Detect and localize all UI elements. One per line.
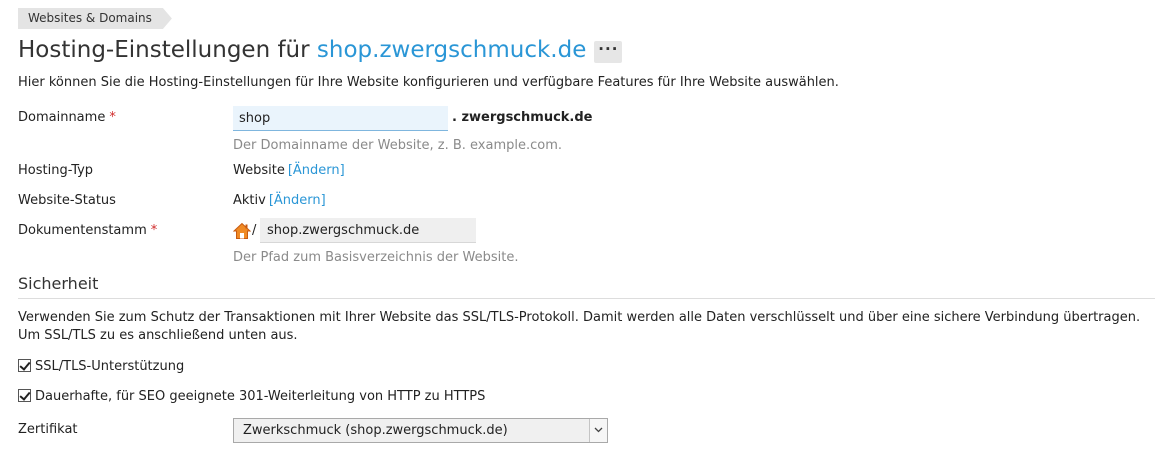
domain-name-hint: Der Domainname der Website, z. B. exampl… <box>233 138 562 153</box>
security-description: Verwenden Sie zum Schutz der Transaktion… <box>18 310 1141 343</box>
page-title: Hosting-Einstellungen für shop.zwergschm… <box>18 34 623 66</box>
https-redirect-row[interactable]: Dauerhafte, für SEO geeignete 301-Weiter… <box>18 389 485 404</box>
required-marker: * <box>109 110 116 125</box>
domain-suffix: . zwergschmuck.de <box>452 110 593 125</box>
document-root-input[interactable] <box>260 218 476 243</box>
website-status-label: Website-Status <box>18 193 116 208</box>
path-separator: / <box>252 223 257 238</box>
website-status-value-row: Aktiv [Ändern] <box>233 193 326 208</box>
website-status-value: Aktiv <box>233 193 266 208</box>
document-root-label: Dokumentenstamm * <box>18 223 158 238</box>
domain-name-input[interactable] <box>233 106 448 131</box>
certificate-label: Zertifikat <box>18 422 78 437</box>
hosting-type-label: Hosting-Typ <box>18 163 94 178</box>
ssl-support-checkbox[interactable] <box>18 359 31 372</box>
page-title-prefix: Hosting-Einstellungen für <box>18 37 310 63</box>
select-arrow[interactable] <box>589 419 607 442</box>
document-root-hint: Der Pfad zum Basisverzeichnis der Websit… <box>233 250 519 265</box>
hosting-type-change-link[interactable]: [Ändern] <box>288 163 345 178</box>
hosting-type-value-row: Website [Ändern] <box>233 163 345 178</box>
page-title-domain: shop.zwergschmuck.de <box>316 37 587 63</box>
more-actions-button[interactable]: ··· <box>594 41 623 63</box>
ssl-support-row[interactable]: SSL/TLS-Unterstützung <box>18 359 184 374</box>
chevron-down-icon <box>594 427 603 433</box>
hosting-type-value: Website <box>233 163 285 178</box>
certificate-select[interactable]: Zwerkschmuck (shop.zwergschmuck.de) <box>233 418 608 443</box>
home-icon <box>233 222 251 239</box>
breadcrumb[interactable]: Websites & Domains <box>18 8 172 29</box>
website-status-change-link[interactable]: [Ändern] <box>269 193 326 208</box>
ssl-support-label: SSL/TLS-Unterstützung <box>35 359 185 374</box>
certificate-selected-value: Zwerkschmuck (shop.zwergschmuck.de) <box>243 423 508 438</box>
https-redirect-checkbox[interactable] <box>18 389 31 402</box>
required-marker: * <box>150 223 158 238</box>
domain-name-label: Domainname * <box>18 110 116 125</box>
https-redirect-label: Dauerhafte, für SEO geeignete 301-Weiter… <box>35 389 486 404</box>
security-section-title: Sicherheit <box>18 274 1155 299</box>
intro-text: Hier können Sie die Hosting-Einstellunge… <box>18 75 839 90</box>
